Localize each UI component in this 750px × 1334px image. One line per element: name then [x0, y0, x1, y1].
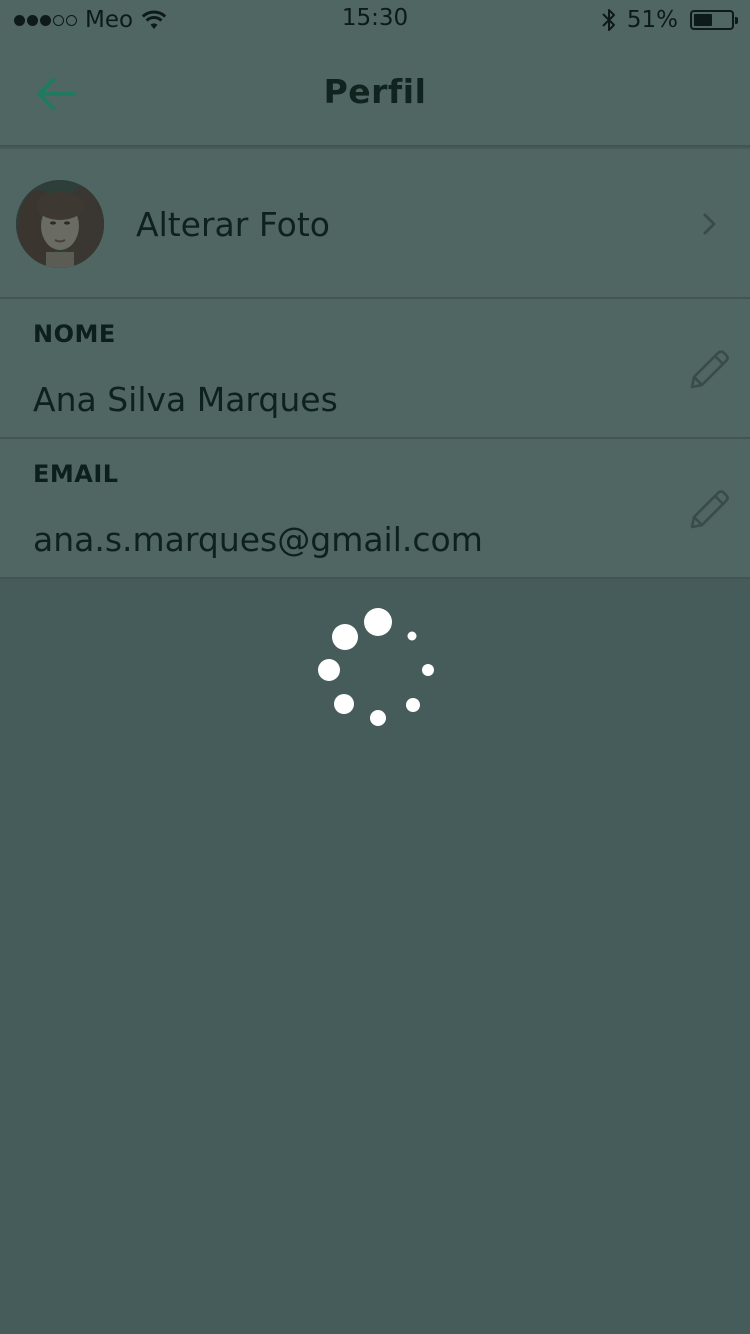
spinner-dot — [407, 631, 417, 641]
pencil-icon[interactable] — [686, 347, 732, 393]
status-bar: Meo 15:30 51% — [0, 0, 750, 40]
spinner-dot — [370, 710, 386, 726]
profile-screen: Meo 15:30 51% Perfil Alterar Foto NOME A… — [0, 0, 750, 1334]
name-value: Ana Silva Marques — [33, 380, 338, 419]
email-field-row[interactable]: EMAIL ana.s.marques@gmail.com — [0, 439, 750, 579]
name-field-row[interactable]: NOME Ana Silva Marques — [0, 299, 750, 439]
avatar-image — [16, 180, 104, 268]
spinner-dot — [406, 698, 420, 712]
chevron-right-icon — [703, 213, 716, 235]
spinner-dot — [332, 624, 358, 650]
battery-percent: 51% — [626, 7, 678, 33]
pencil-icon[interactable] — [686, 487, 732, 533]
email-value: ana.s.marques@gmail.com — [33, 520, 483, 559]
spinner-dot — [364, 608, 392, 636]
spinner-icon — [318, 608, 434, 726]
change-photo-row[interactable]: Alterar Foto — [0, 149, 750, 299]
email-label: EMAIL — [33, 460, 119, 488]
page-title: Perfil — [323, 72, 427, 111]
battery-icon — [690, 10, 738, 30]
avatar — [16, 180, 104, 268]
spinner-dot — [422, 664, 434, 676]
navigation-bar: Perfil — [0, 40, 750, 147]
spinner-dot — [334, 694, 354, 714]
battery-level — [694, 14, 713, 26]
name-label: NOME — [33, 320, 116, 348]
change-photo-label: Alterar Foto — [136, 205, 330, 244]
battery-tip — [735, 17, 738, 24]
spinner-dot — [318, 659, 340, 681]
bluetooth-icon — [602, 9, 615, 31]
status-bar-right: 51% — [601, 6, 738, 34]
